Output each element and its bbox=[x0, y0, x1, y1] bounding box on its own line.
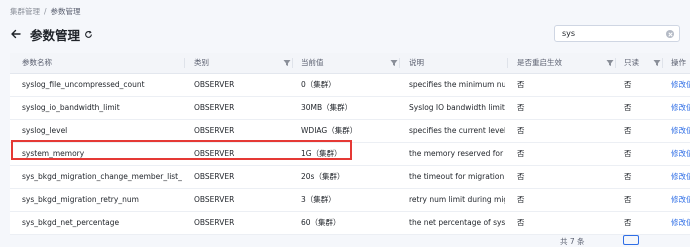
category-cell: OBSERVER bbox=[194, 218, 235, 227]
column-header-category: 类别 bbox=[194, 58, 209, 67]
edit-value-link[interactable]: 修改值 bbox=[671, 212, 690, 234]
current-value-cell: 20s（集群） bbox=[301, 172, 345, 181]
param-name-cell: syslog_io_bandwidth_limit bbox=[22, 103, 120, 112]
column-divider bbox=[184, 58, 185, 68]
column-header-readonly: 只读 bbox=[624, 58, 639, 67]
edit-value-link[interactable]: 修改值 bbox=[671, 120, 690, 142]
restart-cell: 否 bbox=[517, 126, 525, 135]
edit-value-link[interactable]: 修改值 bbox=[671, 166, 690, 188]
readonly-cell: 否 bbox=[624, 103, 632, 112]
breadcrumb-separator: / bbox=[44, 7, 47, 16]
current-value-cell: 60（集群） bbox=[301, 218, 341, 227]
restart-cell: 否 bbox=[517, 195, 525, 204]
table-row: syslog_io_bandwidth_limit OBSERVER 30MB（集群… bbox=[10, 97, 690, 120]
column-header-name: 参数名称 bbox=[22, 58, 52, 67]
category-cell: OBSERVER bbox=[194, 172, 235, 181]
restart-cell: 否 bbox=[517, 218, 525, 227]
restart-cell: 否 bbox=[517, 149, 525, 158]
breadcrumb-current: 参数管理 bbox=[50, 7, 81, 16]
description-cell: retry num limit during migr... bbox=[409, 195, 505, 204]
current-value-cell: WDIAG（集群） bbox=[301, 126, 358, 135]
column-header-description: 说明 bbox=[409, 58, 424, 67]
restart-cell: 否 bbox=[517, 80, 525, 89]
filter-icon[interactable] bbox=[283, 59, 291, 67]
readonly-cell: 否 bbox=[624, 80, 632, 89]
current-value-cell: 3（集群） bbox=[301, 195, 336, 204]
page-title: 参数管理 bbox=[30, 27, 81, 43]
filter-icon[interactable] bbox=[606, 59, 614, 67]
restart-cell: 否 bbox=[517, 172, 525, 181]
category-cell: OBSERVER bbox=[194, 126, 235, 135]
table-row: syslog_file_uncompressed_count OBSERVER 0（… bbox=[10, 74, 690, 97]
column-header-restart: 是否重启生效 bbox=[517, 58, 562, 67]
current-value-cell: 0（集群） bbox=[301, 80, 336, 89]
column-header-action: 操作 bbox=[671, 58, 686, 67]
param-name-cell: sys_bkgd_migration_change_member_list_ti… bbox=[22, 172, 182, 181]
param-name-cell: sys_bkgd_migration_retry_num bbox=[22, 195, 139, 204]
column-divider bbox=[507, 58, 508, 68]
category-cell: OBSERVER bbox=[194, 80, 235, 89]
current-value-cell: 30MB（集群） bbox=[301, 103, 353, 112]
readonly-cell: 否 bbox=[624, 195, 632, 204]
refresh-icon[interactable] bbox=[84, 30, 93, 39]
column-divider bbox=[615, 58, 616, 68]
param-name-cell: syslog_level bbox=[22, 126, 68, 135]
column-divider bbox=[292, 58, 293, 68]
column-divider bbox=[662, 58, 663, 68]
description-cell: Syslog IO bandwidth limitat... bbox=[409, 103, 505, 112]
pagination-page-button[interactable] bbox=[623, 235, 639, 245]
breadcrumb: 集群管理 / 参数管理 bbox=[10, 6, 81, 17]
edit-value-link[interactable]: 修改值 bbox=[671, 97, 690, 119]
description-cell: specifies the minimum nu... bbox=[409, 80, 505, 89]
readonly-cell: 否 bbox=[624, 172, 632, 181]
restart-cell: 否 bbox=[517, 103, 525, 112]
back-arrow-icon[interactable] bbox=[10, 28, 22, 40]
category-cell: OBSERVER bbox=[194, 103, 235, 112]
column-divider bbox=[399, 58, 400, 68]
filter-icon[interactable] bbox=[390, 59, 398, 67]
param-name-cell: sys_bkgd_net_percentage bbox=[22, 218, 120, 227]
edit-value-link[interactable]: 修改值 bbox=[671, 189, 690, 211]
description-cell: the timeout for migration c... bbox=[409, 172, 505, 181]
category-cell: OBSERVER bbox=[194, 195, 235, 204]
breadcrumb-root[interactable]: 集群管理 bbox=[10, 7, 40, 16]
edit-value-link[interactable]: 修改值 bbox=[671, 143, 690, 165]
table-row: sys_bkgd_migration_change_member_list_ti… bbox=[10, 166, 690, 189]
description-cell: the net percentage of sys b... bbox=[409, 218, 505, 227]
edit-value-link[interactable]: 修改值 bbox=[671, 74, 690, 96]
table-header: 参数名称 类别 当前值 说明 是否重启生效 只读 操作 bbox=[10, 53, 690, 74]
filter-icon[interactable] bbox=[653, 59, 661, 67]
readonly-cell: 否 bbox=[624, 218, 632, 227]
description-cell: the memory reserved for in... bbox=[409, 149, 505, 158]
search-input[interactable] bbox=[562, 28, 662, 39]
column-header-value: 当前值 bbox=[301, 58, 324, 67]
table-row: sys_bkgd_net_percentage OBSERVER 60（集群） the… bbox=[10, 212, 690, 235]
clear-icon[interactable] bbox=[666, 30, 674, 38]
readonly-cell: 否 bbox=[624, 149, 632, 158]
param-name-cell: syslog_file_uncompressed_count bbox=[22, 80, 145, 89]
readonly-cell: 否 bbox=[624, 126, 632, 135]
highlight-annotation bbox=[11, 140, 352, 160]
search-box[interactable] bbox=[554, 25, 680, 42]
description-cell: specifies the current level o... bbox=[409, 126, 505, 135]
page-header: 参数管理 bbox=[10, 26, 93, 43]
table-row: sys_bkgd_migration_retry_num OBSERVER 3（集群… bbox=[10, 189, 690, 212]
